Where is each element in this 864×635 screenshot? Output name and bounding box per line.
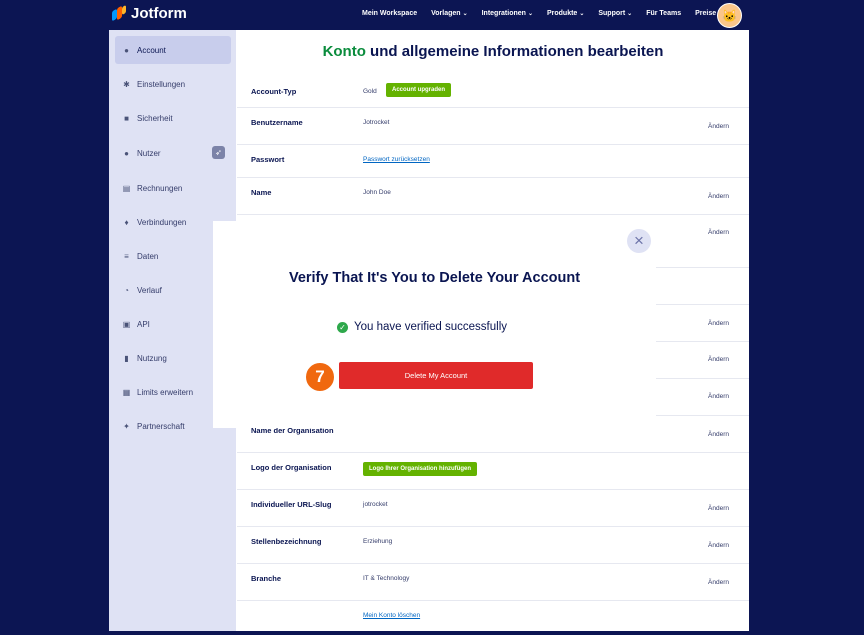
gift-icon: ▦ bbox=[122, 387, 131, 397]
edit-username-button[interactable]: Ändern bbox=[708, 123, 729, 130]
gear-icon: ✱ bbox=[123, 79, 130, 89]
edit-button[interactable]: Ändern bbox=[708, 393, 729, 400]
avatar[interactable]: 🐱 bbox=[717, 3, 742, 28]
sidebar-item-nutzer[interactable]: ● Nutzer ➶ bbox=[115, 139, 231, 167]
nav-produkte[interactable]: Produkte ⌄ bbox=[547, 10, 584, 17]
nav-mein-workspace[interactable]: Mein Workspace bbox=[362, 10, 417, 17]
rocket-icon: ➶ bbox=[212, 146, 225, 159]
sidebar-item-einstellungen[interactable]: ✱ Einstellungen bbox=[115, 70, 231, 98]
edit-url-slug-button[interactable]: Ändern bbox=[708, 505, 729, 512]
lock-icon: ■ bbox=[124, 113, 129, 123]
modal-title: Verify That It's You to Delete Your Acco… bbox=[288, 270, 581, 286]
edit-org-name-button[interactable]: Ändern bbox=[708, 431, 729, 438]
delete-my-account-button[interactable]: Delete My Account bbox=[339, 362, 533, 389]
upgrade-account-button[interactable]: Account upgraden bbox=[386, 83, 452, 97]
sidebar-item-rechnungen[interactable]: ▤ Rechnungen bbox=[115, 174, 231, 202]
bar-chart-icon: ▮ bbox=[124, 353, 129, 363]
nav-vorlagen[interactable]: Vorlagen ⌄ bbox=[431, 10, 467, 17]
brand-name: Jotform bbox=[131, 5, 187, 22]
check-circle-icon: ✓ bbox=[337, 321, 348, 333]
nav-integrationen[interactable]: Integrationen ⌄ bbox=[482, 10, 533, 17]
jotform-logo[interactable]: Jotform bbox=[112, 4, 187, 22]
main-nav: Mein Workspace Vorlagen ⌄ Integrationen ⌄ … bbox=[362, 10, 730, 17]
row-username: Benutzername Jotrocket Ändern bbox=[237, 108, 749, 145]
row-account-type: Account-Typ Gold Account upgraden bbox=[237, 74, 749, 108]
nav-preise[interactable]: Preise bbox=[695, 10, 716, 17]
row-industry: Branche IT & Technology Ändern bbox=[237, 564, 749, 601]
edit-job-title-button[interactable]: Ändern bbox=[708, 542, 729, 549]
chevron-down-icon: ⌄ bbox=[627, 11, 633, 17]
sidebar-item-account[interactable]: ● Account bbox=[115, 36, 231, 64]
row-org-logo: Logo der Organisation Logo Ihrer Organis… bbox=[237, 453, 749, 490]
close-icon[interactable]: × bbox=[627, 229, 651, 253]
user-icon: ● bbox=[124, 45, 129, 55]
database-icon: ≡ bbox=[124, 251, 129, 261]
chevron-down-icon: ⌄ bbox=[527, 11, 533, 17]
edit-button[interactable]: Ändern bbox=[708, 356, 729, 363]
row-job-title: Stellenbezeichnung Erziehung Ändern bbox=[237, 527, 749, 564]
row-url-slug: Individueller URL-Slug jotrocket Ändern bbox=[237, 490, 749, 527]
cat-avatar-icon: 🐱 bbox=[722, 8, 737, 23]
invoice-icon: ▤ bbox=[122, 183, 131, 193]
edit-button[interactable]: Ändern bbox=[708, 229, 729, 236]
users-icon: ● bbox=[124, 148, 129, 158]
handshake-icon: ✦ bbox=[123, 421, 130, 431]
edit-industry-button[interactable]: Ändern bbox=[708, 579, 729, 586]
verified-message: ✓ You have verified successfully bbox=[337, 321, 507, 333]
reset-password-link[interactable]: Passwort zurücksetzen bbox=[363, 156, 430, 163]
row-name: Name John Doe Ändern bbox=[237, 178, 749, 215]
plug-icon: ♦ bbox=[124, 217, 129, 227]
edit-button[interactable]: Ändern bbox=[708, 320, 729, 327]
row-delete-account: Mein Konto löschen bbox=[237, 601, 749, 631]
page-title: Konto und allgemeine Informationen bearb… bbox=[322, 43, 664, 60]
chevron-down-icon: ⌄ bbox=[462, 11, 468, 17]
top-bar: Jotform Mein Workspace Vorlagen ⌄ Integra… bbox=[0, 0, 864, 30]
history-icon: ◔ bbox=[124, 285, 129, 295]
jotform-logo-icon bbox=[112, 4, 126, 22]
delete-account-link[interactable]: Mein Konto löschen bbox=[363, 612, 420, 619]
add-org-logo-button[interactable]: Logo Ihrer Organisation hinzufügen bbox=[363, 462, 477, 476]
delete-account-modal: × Verify That It's You to Delete Your Ac… bbox=[213, 221, 656, 428]
row-password: Passwort Passwort zurücksetzen bbox=[237, 145, 749, 178]
edit-name-button[interactable]: Ändern bbox=[708, 193, 729, 200]
chevron-down-icon: ⌄ bbox=[579, 11, 585, 17]
nav-fuer-teams[interactable]: Für Teams bbox=[646, 10, 681, 17]
step-number-badge: 7 bbox=[304, 361, 336, 393]
nav-support[interactable]: Support ⌄ bbox=[598, 10, 632, 17]
api-icon: ▣ bbox=[122, 319, 131, 329]
sidebar-item-sicherheit[interactable]: ■ Sicherheit bbox=[115, 104, 231, 132]
